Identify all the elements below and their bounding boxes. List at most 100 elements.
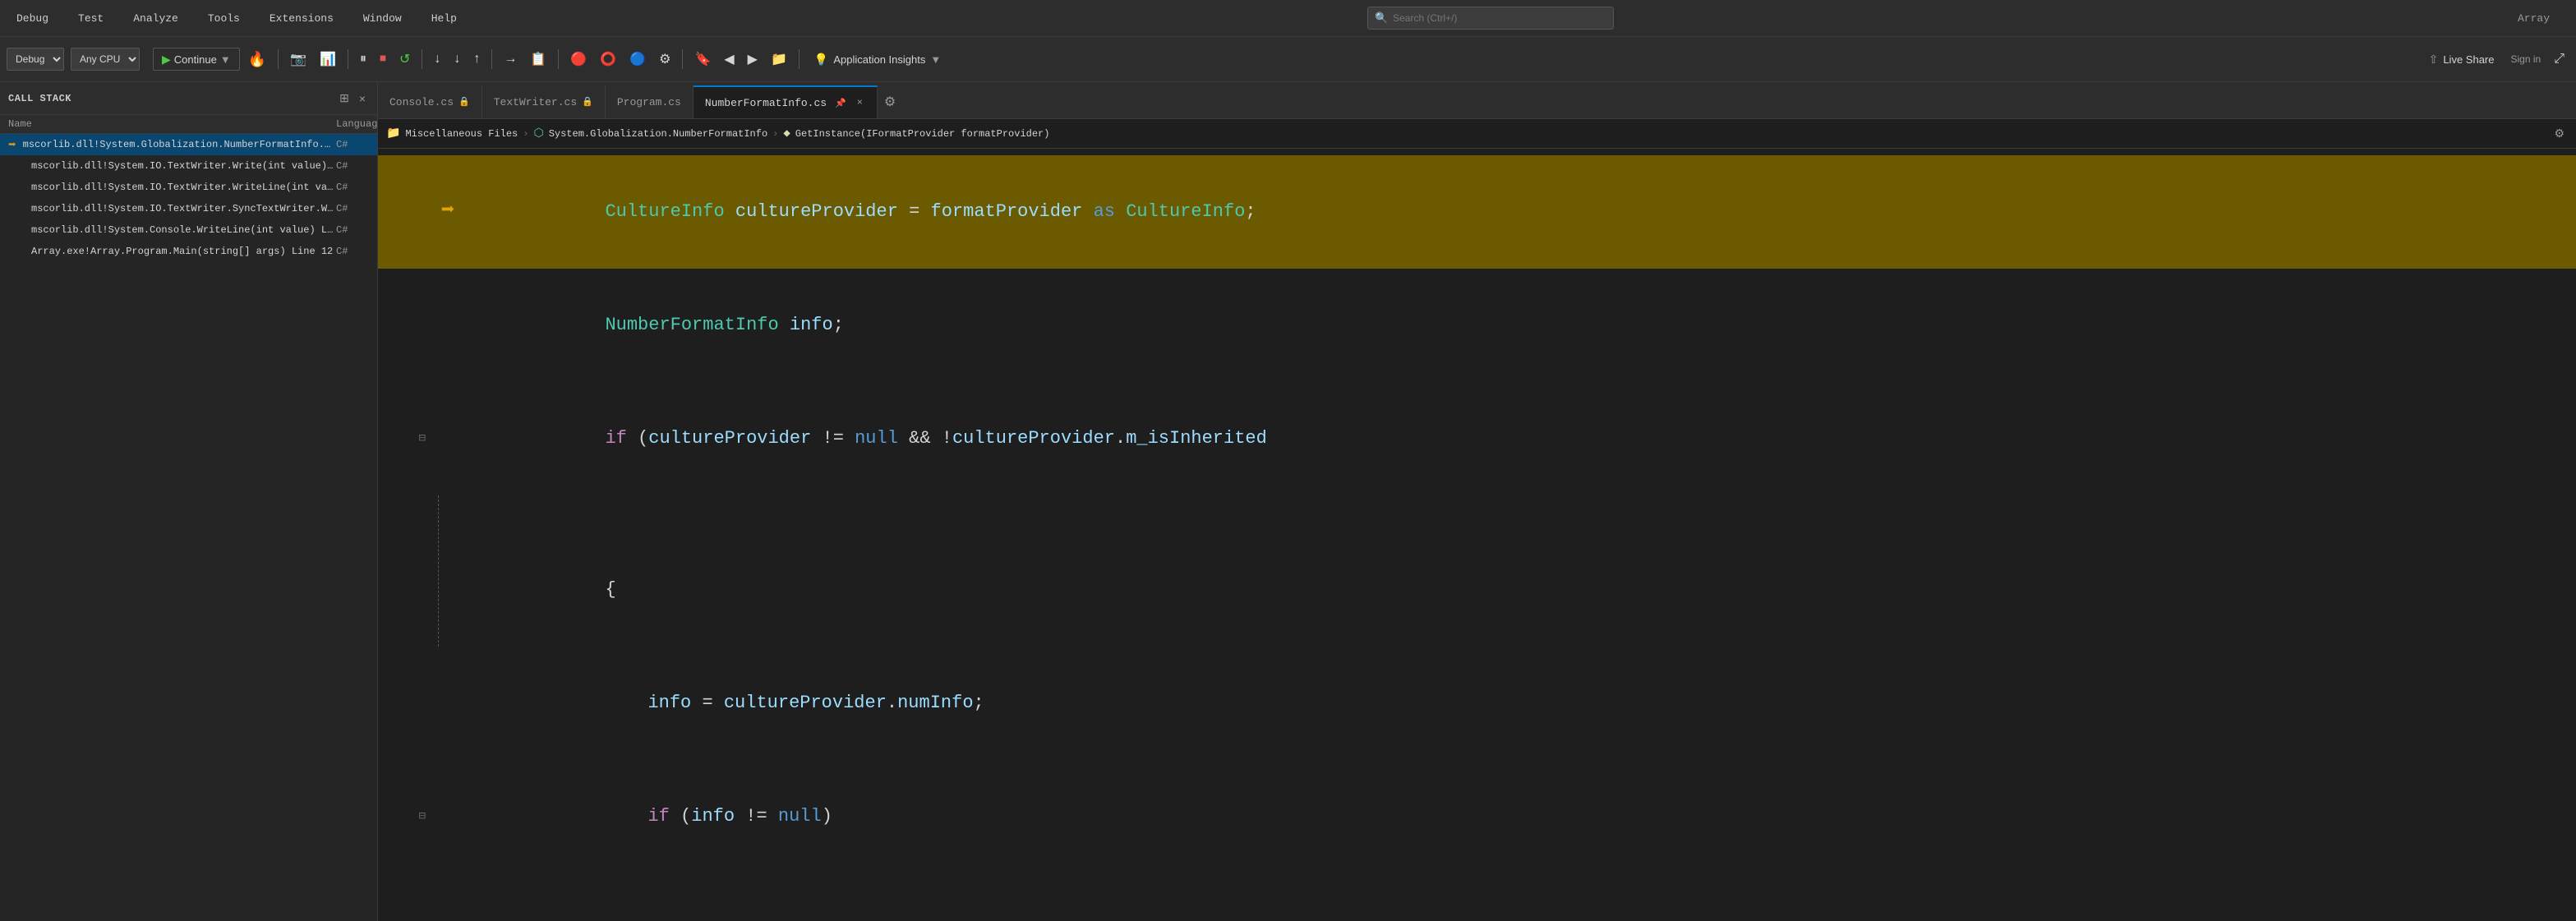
stack-frame-lang-4: C#	[336, 224, 369, 236]
stack-frame-name-1: mscorlib.dll!System.IO.TextWriter.Write(…	[8, 160, 336, 172]
tab-textwriter[interactable]: TextWriter.cs 🔒	[482, 85, 606, 118]
stack-frame-lang-0: C#	[336, 139, 369, 150]
code-line-7: {	[378, 873, 2576, 921]
stack-frame-2[interactable]: mscorlib.dll!System.IO.TextWriter.WriteL…	[0, 177, 377, 198]
call-stack-body: ➡ mscorlib.dll!System.Globalization.Numb…	[0, 134, 377, 921]
step-over-button[interactable]: ↓	[429, 48, 445, 71]
code-text-3: if (cultureProvider != null && !cultureP…	[468, 382, 2576, 495]
stack-frame-lang-1: C#	[336, 160, 369, 172]
stack-frame-4[interactable]: mscorlib.dll!System.Console.WriteLine(in…	[0, 219, 377, 241]
step-out-button[interactable]: ↑	[468, 48, 485, 71]
menu-bar: Debug Test Analyze Tools Extensions Wind…	[0, 0, 2576, 37]
debug-config-button[interactable]: ⚙	[654, 48, 675, 71]
menu-test[interactable]: Test	[71, 9, 110, 28]
toolbar: Debug Any CPU ▶ Continue ▼ 🔥 📷 📊 ⏸ ⏹ ↺ ↓…	[0, 37, 2576, 82]
restart-button[interactable]: ↺	[394, 48, 415, 71]
pause-button[interactable]: ⏸	[355, 48, 371, 71]
prev-bookmark-button[interactable]: ◀	[719, 48, 739, 71]
snap-to-code-button[interactable]: 📷	[285, 48, 311, 71]
console-tab-lock-icon: 🔒	[459, 96, 470, 108]
code-text-1: CultureInfo cultureProvider = formatProv…	[468, 155, 2576, 269]
stack-frame-name-2: mscorlib.dll!System.IO.TextWriter.WriteL…	[8, 182, 336, 193]
breadcrumb-sep-2: ›	[772, 128, 778, 140]
menu-help[interactable]: Help	[425, 9, 463, 28]
debug-arrow: ➡	[427, 193, 468, 231]
app-insights-dropdown: ▼	[930, 53, 941, 66]
stack-frame-lang-2: C#	[336, 182, 369, 193]
breadcrumb-namespace[interactable]: Miscellaneous Files	[405, 128, 518, 140]
tab-close-button[interactable]: ×	[855, 96, 865, 109]
sign-in-button[interactable]: Sign in	[2505, 48, 2546, 71]
stack-frame-lang-3: C#	[336, 203, 369, 214]
collapse-if-1[interactable]: ⊟	[419, 420, 426, 458]
search-input[interactable]	[1393, 12, 1606, 24]
code-text-2: NumberFormatInfo info;	[468, 269, 2576, 382]
code-line-5: info = cultureProvider.numInfo;	[378, 647, 2576, 760]
editor-area: Console.cs 🔒 TextWriter.cs 🔒 Program.cs …	[378, 82, 2576, 921]
menu-analyze[interactable]: Analyze	[127, 9, 185, 28]
app-insights-button[interactable]: 💡 Application Insights ▼	[806, 48, 949, 71]
bookmark-folder-button[interactable]: 📁	[766, 48, 792, 71]
textwriter-tab-lock-icon: 🔒	[582, 96, 593, 108]
performance-profiler-button[interactable]: 📊	[315, 48, 341, 71]
close-panel-button[interactable]: ×	[356, 90, 369, 107]
code-text-7: {	[468, 873, 2576, 921]
stack-frame-3[interactable]: mscorlib.dll!System.IO.TextWriter.SyncTe…	[0, 198, 377, 219]
code-line-6: ⊟ if (info != null)	[378, 760, 2576, 873]
continue-button[interactable]: ▶ Continue ▼	[153, 48, 240, 71]
separator-7	[799, 49, 800, 69]
expand-button[interactable]: ⤢	[2549, 48, 2569, 71]
next-statement-button[interactable]: →	[499, 48, 522, 71]
next-bookmark-button[interactable]: ▶	[743, 48, 763, 71]
menu-debug[interactable]: Debug	[10, 9, 55, 28]
stack-frame-name-0: mscorlib.dll!System.Globalization.Number…	[23, 139, 336, 150]
tab-program[interactable]: Program.cs	[606, 85, 694, 118]
app-insights-icon: 💡	[814, 53, 828, 67]
breadcrumb-bar: 📁 Miscellaneous Files › ⬡ System.Globali…	[378, 119, 2576, 149]
step-into-button[interactable]: ↓	[449, 48, 465, 71]
platform-select[interactable]: Any CPU	[71, 48, 140, 71]
tab-pin-button[interactable]: 📌	[832, 96, 850, 110]
tab-console[interactable]: Console.cs 🔒	[378, 85, 482, 118]
hot-reload-button[interactable]: 🔥	[243, 48, 271, 71]
stack-frame-5[interactable]: Array.exe!Array.Program.Main(string[] ar…	[0, 241, 377, 262]
col-name-header: Name	[8, 118, 336, 130]
live-share-button[interactable]: ⇧ Live Share	[2421, 48, 2503, 71]
breadcrumb-class[interactable]: System.Globalization.NumberFormatInfo	[549, 128, 767, 140]
main-area: Call Stack ⊞ × Name Language ➡ mscorlib.…	[0, 82, 2576, 921]
tab-numberformatinfo[interactable]: NumberFormatInfo.cs 📌 ×	[694, 85, 878, 118]
stack-frame-name-5: Array.exe!Array.Program.Main(string[] ar…	[8, 246, 336, 257]
search-icon: 🔍	[1375, 12, 1388, 25]
conditional-breakpoint-button[interactable]: ⭕	[595, 48, 621, 71]
program-tab-label: Program.cs	[617, 96, 681, 108]
code-line-1: ➡ CultureInfo cultureProvider = formatPr…	[378, 155, 2576, 269]
code-text-6: if (info != null)	[468, 760, 2576, 873]
stack-frame-lang-5: C#	[336, 246, 369, 257]
pin-panel-button[interactable]: ⊞	[336, 90, 353, 107]
panel-actions: ⊞ ×	[336, 90, 369, 107]
stack-frame-name-3: mscorlib.dll!System.IO.TextWriter.SyncTe…	[8, 203, 336, 214]
namespace-icon: 📁	[386, 127, 400, 140]
stack-frame-0[interactable]: ➡ mscorlib.dll!System.Globalization.Numb…	[0, 134, 377, 155]
call-stack-header: Call Stack ⊞ ×	[0, 82, 377, 115]
stack-frame-1[interactable]: mscorlib.dll!System.IO.TextWriter.Write(…	[0, 155, 377, 177]
collapse-if-2[interactable]: ⊟	[419, 798, 426, 836]
breakpoints-button[interactable]: 🔴	[565, 48, 592, 71]
menu-tools[interactable]: Tools	[201, 9, 247, 28]
code-area[interactable]: ➡ CultureInfo cultureProvider = formatPr…	[378, 149, 2576, 921]
show-call-stack-button[interactable]: 📋	[525, 48, 551, 71]
debug-mode-select[interactable]: Debug	[7, 48, 64, 71]
menu-extensions[interactable]: Extensions	[263, 9, 340, 28]
separator-6	[682, 49, 683, 69]
class-icon: ⬡	[533, 127, 543, 140]
code-text-5: info = cultureProvider.numInfo;	[468, 647, 2576, 760]
continue-dropdown-icon: ▼	[220, 53, 231, 66]
breadcrumb-method[interactable]: GetInstance(IFormatProvider formatProvid…	[795, 128, 1050, 140]
bookmark-button[interactable]: 🔖	[689, 48, 716, 71]
tracepoint-button[interactable]: 🔵	[624, 48, 651, 71]
tab-scroll-button[interactable]: ⚙	[878, 85, 902, 118]
stop-button[interactable]: ⏹	[375, 48, 391, 71]
breadcrumb-settings-button[interactable]: ⚙	[2551, 125, 2568, 142]
project-name: Array	[2518, 12, 2550, 25]
menu-window[interactable]: Window	[357, 9, 408, 28]
